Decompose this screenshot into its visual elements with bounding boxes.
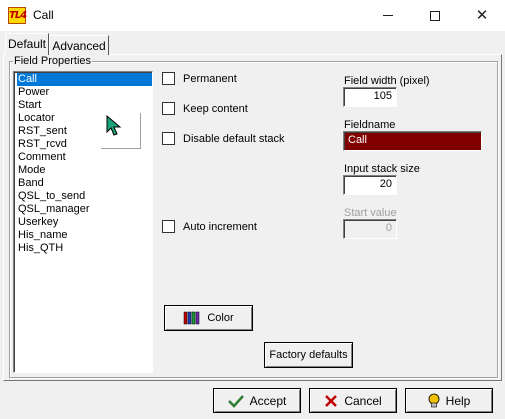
factory-defaults-label: Factory defaults [269,349,348,361]
list-item[interactable]: Mode [17,164,152,177]
fieldname-input[interactable]: Call [343,131,482,151]
permanent-checkbox[interactable]: Permanent [162,72,237,85]
factory-defaults-button[interactable]: Factory defaults [264,342,353,368]
app-logo-icon: TL4 [8,7,27,24]
tab-default[interactable]: Default [5,33,49,55]
tab-advanced[interactable]: Advanced [49,35,109,55]
list-item[interactable]: Comment [17,151,152,164]
auto-increment-checkbox[interactable]: Auto increment [162,220,257,233]
start-value-input: 0 [343,219,397,239]
checkbox-box[interactable] [162,72,175,85]
minimize-button[interactable] [365,0,411,31]
minimize-icon [383,15,393,16]
list-item[interactable]: QSL_manager [17,203,152,216]
maximize-button[interactable] [412,0,458,31]
list-item[interactable]: Call [17,73,152,86]
x-icon [324,394,338,408]
accept-label: Accept [249,393,287,408]
help-label: Help [445,393,471,408]
color-button-label: Color [207,312,234,324]
color-bars-icon [183,310,201,326]
field-width-label: Field width (pixel) [344,75,430,87]
checkmark-icon [227,394,244,408]
field-width-input[interactable]: 105 [343,87,397,107]
disable-default-stack-checkbox[interactable]: Disable default stack [162,132,285,145]
group-label: Field Properties [13,55,93,67]
input-stack-size-input[interactable]: 20 [343,175,397,195]
lightbulb-icon [428,393,440,409]
keep-content-checkbox[interactable]: Keep content [162,102,248,115]
list-item[interactable]: Start [17,99,152,112]
input-stack-size-label: Input stack size [344,163,420,175]
window-title: Call [33,8,54,22]
checkbox-box[interactable] [162,132,175,145]
fieldname-label: Fieldname [344,119,396,131]
list-item[interactable]: Power [17,86,152,99]
close-button[interactable]: ✕ [459,0,505,31]
start-value-label: Start value [344,207,397,219]
list-item[interactable]: His_name [17,229,152,242]
maximize-icon [430,10,440,21]
disable-default-stack-label: Disable default stack [183,132,285,145]
cancel-label: Cancel [344,393,382,408]
list-item[interactable]: Band [17,177,152,190]
list-item[interactable]: Userkey [17,216,152,229]
checkbox-box[interactable] [162,102,175,115]
help-button[interactable]: Help [405,388,493,413]
list-item[interactable]: His_QTH [17,242,152,255]
auto-increment-label: Auto increment [183,220,257,233]
checkbox-box[interactable] [162,220,175,233]
accept-button[interactable]: Accept [213,388,301,413]
mouse-pointer-icon [106,115,122,136]
cancel-button[interactable]: Cancel [309,388,397,413]
keep-content-label: Keep content [183,102,248,115]
close-icon: ✕ [475,6,489,24]
list-item[interactable]: QSL_to_send [17,190,152,203]
permanent-label: Permanent [183,72,237,85]
color-button[interactable]: Color [164,305,253,331]
